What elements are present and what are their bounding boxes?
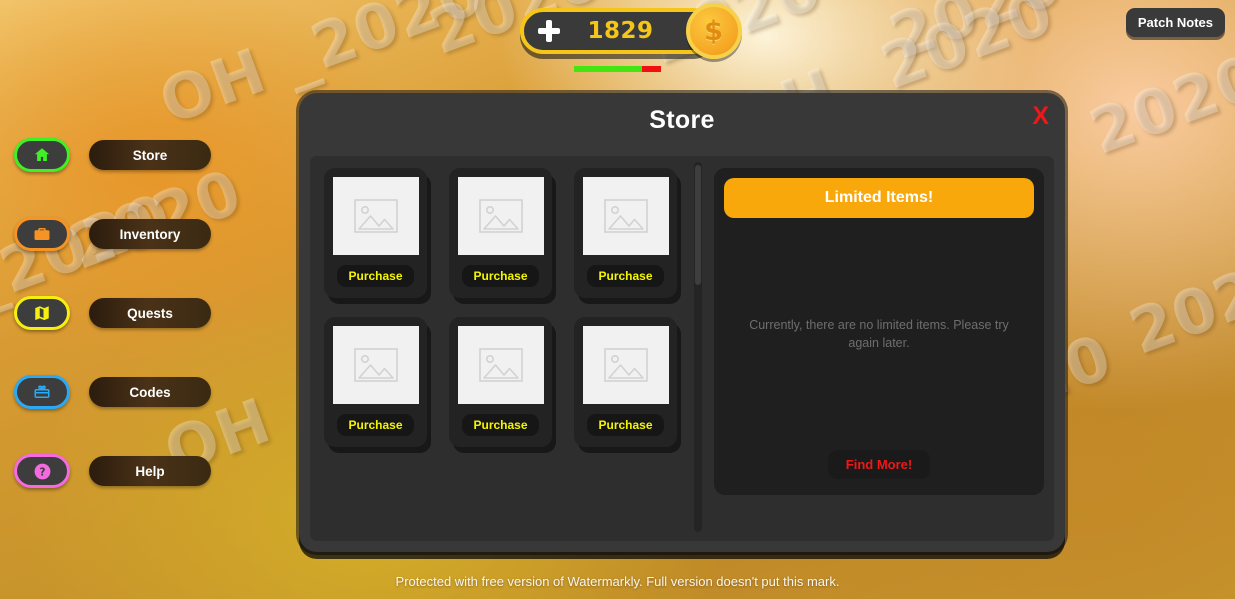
close-icon[interactable]: X — [1032, 104, 1049, 129]
purchase-button[interactable]: Purchase — [587, 265, 664, 287]
watermark-text: 2020 — [880, 0, 1071, 74]
progress-red-fill — [642, 66, 662, 72]
page-title: Store — [649, 106, 715, 134]
image-placeholder-icon — [332, 177, 419, 255]
scrollbar-thumb[interactable] — [695, 165, 701, 285]
sidebar-item-label: Quests — [89, 298, 211, 328]
limited-items-header: Limited Items! — [724, 178, 1034, 218]
game-screen: OH _202020202020OH _2020_202020202020OH … — [0, 0, 1235, 599]
sidebar: Store Inventory Quests Codes? Help — [14, 138, 234, 533]
progress-bar — [573, 66, 662, 72]
sidebar-item-label: Help — [89, 456, 211, 486]
scrollbar[interactable] — [694, 162, 702, 532]
image-placeholder-icon — [457, 326, 544, 404]
home-icon[interactable] — [14, 138, 70, 172]
currency-pill[interactable]: 1829 $ — [519, 3, 742, 59]
purchase-button[interactable]: Purchase — [337, 265, 414, 287]
purchase-button[interactable]: Purchase — [337, 414, 414, 436]
store-body: Purchase Purchase Purchase Purchase Purchase… — [310, 156, 1054, 541]
svg-text:?: ? — [39, 466, 45, 478]
purchase-button[interactable]: Purchase — [587, 414, 664, 436]
store-item-card[interactable]: Purchase — [449, 317, 552, 447]
watermark-text: 2020 — [1120, 239, 1235, 369]
image-placeholder-icon — [582, 177, 669, 255]
map-icon[interactable] — [14, 296, 70, 330]
progress-green-fill — [573, 66, 643, 72]
question-icon[interactable]: ? — [14, 454, 70, 488]
watermark-footer: Protected with free version of Watermark… — [395, 574, 840, 589]
sidebar-item-inventory[interactable]: Inventory — [14, 217, 234, 251]
image-placeholder-icon — [457, 177, 544, 255]
watermark-text: 2020 — [1080, 39, 1235, 169]
sidebar-item-label: Store — [89, 140, 211, 170]
dollar-coin-icon: $ — [685, 3, 742, 59]
plus-icon[interactable] — [537, 20, 560, 42]
briefcase-icon[interactable] — [14, 217, 70, 251]
store-item-card[interactable]: Purchase — [574, 317, 677, 447]
sidebar-item-label: Codes — [89, 377, 211, 407]
patch-notes-button[interactable]: Patch Notes — [1125, 8, 1225, 37]
purchase-button[interactable]: Purchase — [462, 414, 539, 436]
limited-items-empty-message: Currently, there are no limited items. P… — [749, 317, 1009, 350]
sidebar-item-codes[interactable]: Codes — [14, 375, 234, 409]
currency-bar: 1829 $ — [519, 3, 742, 72]
store-item-card[interactable]: Purchase — [449, 168, 552, 298]
image-placeholder-icon — [332, 326, 419, 404]
store-panel: Store X Purchase Purchase Purchase Purchase… — [299, 93, 1065, 552]
purchase-button[interactable]: Purchase — [462, 265, 539, 287]
limited-items-panel: Limited Items! Currently, there are no l… — [714, 168, 1044, 495]
store-item-card[interactable]: Purchase — [324, 168, 427, 298]
sidebar-item-store[interactable]: Store — [14, 138, 234, 172]
image-placeholder-icon — [582, 326, 669, 404]
sidebar-item-help[interactable]: ? Help — [14, 454, 234, 488]
store-item-card[interactable]: Purchase — [574, 168, 677, 298]
ticket-icon[interactable] — [14, 375, 70, 409]
find-more-wrap: Find More! — [724, 450, 1034, 485]
store-item-card[interactable]: Purchase — [324, 317, 427, 447]
store-items-scroll-area[interactable]: Purchase Purchase Purchase Purchase Purchase… — [310, 156, 706, 541]
store-items-grid: Purchase Purchase Purchase Purchase Purchase… — [324, 168, 706, 447]
find-more-button[interactable]: Find More! — [827, 450, 931, 479]
sidebar-item-label: Inventory — [89, 219, 211, 249]
sidebar-item-quests[interactable]: Quests — [14, 296, 234, 330]
